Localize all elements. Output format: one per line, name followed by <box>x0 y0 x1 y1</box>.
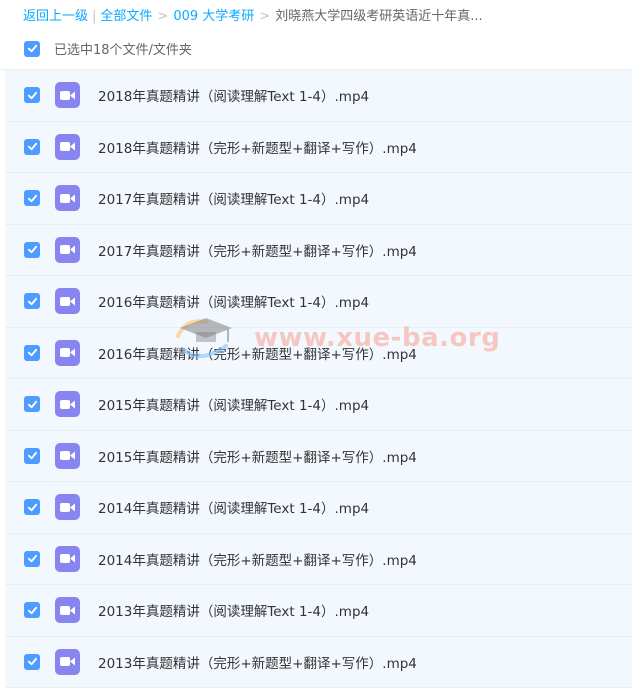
file-row[interactable]: 2017年真题精讲（阅读理解Text 1-4）.mp4 <box>5 173 632 225</box>
file-list: 2018年真题精讲（阅读理解Text 1-4）.mp4 2018年真题精讲（完形+… <box>5 70 632 688</box>
video-file-icon <box>55 597 80 623</box>
file-checkbox[interactable] <box>24 551 40 567</box>
file-row[interactable]: 2013年真题精讲（完形+新题型+翻译+写作）.mp4 <box>5 637 632 688</box>
all-files-link[interactable]: 全部文件 <box>100 9 152 24</box>
video-file-icon <box>55 185 80 211</box>
file-row[interactable]: 2018年真题精讲（阅读理解Text 1-4）.mp4 <box>5 70 632 122</box>
check-icon <box>27 605 38 616</box>
file-name[interactable]: 2017年真题精讲（完形+新题型+翻译+写作）.mp4 <box>98 240 417 260</box>
chevron-right-icon: > <box>259 9 270 24</box>
file-checkbox[interactable] <box>24 139 40 155</box>
check-icon <box>27 43 38 54</box>
file-name[interactable]: 2018年真题精讲（完形+新题型+翻译+写作）.mp4 <box>98 137 417 157</box>
breadcrumb: 返回上一级 | 全部文件 >009 大学考研 > 刘晓燕大学四级考研英语近十年真... <box>0 0 632 28</box>
selection-count-label: 已选中18个文件/文件夹 <box>54 39 192 58</box>
video-file-icon <box>55 82 80 108</box>
video-file-icon <box>55 134 80 160</box>
divider: | <box>92 9 96 24</box>
file-checkbox[interactable] <box>24 499 40 515</box>
file-checkbox[interactable] <box>24 396 40 412</box>
current-folder: 刘晓燕大学四级考研英语近十年真... <box>275 9 482 24</box>
video-file-icon <box>55 494 80 520</box>
file-checkbox[interactable] <box>24 448 40 464</box>
file-checkbox[interactable] <box>24 242 40 258</box>
file-checkbox[interactable] <box>24 654 40 670</box>
file-name[interactable]: 2014年真题精讲（阅读理解Text 1-4）.mp4 <box>98 497 369 517</box>
file-name[interactable]: 2015年真题精讲（完形+新题型+翻译+写作）.mp4 <box>98 446 417 466</box>
check-icon <box>27 656 38 667</box>
check-icon <box>27 141 38 152</box>
check-icon <box>27 347 38 358</box>
video-file-icon <box>55 649 80 675</box>
file-row[interactable]: 2014年真题精讲（阅读理解Text 1-4）.mp4 <box>5 482 632 534</box>
selection-bar: 已选中18个文件/文件夹 <box>0 28 632 70</box>
file-checkbox[interactable] <box>24 293 40 309</box>
file-name[interactable]: 2014年真题精讲（完形+新题型+翻译+写作）.mp4 <box>98 549 417 569</box>
chevron-right-icon: > <box>157 9 168 24</box>
video-file-icon <box>55 443 80 469</box>
video-file-icon <box>55 391 80 417</box>
file-row[interactable]: 2018年真题精讲（完形+新题型+翻译+写作）.mp4 <box>5 122 632 174</box>
folder-link[interactable]: 009 大学考研 <box>173 9 254 24</box>
check-icon <box>27 296 38 307</box>
check-icon <box>27 553 38 564</box>
file-row[interactable]: 2014年真题精讲（完形+新题型+翻译+写作）.mp4 <box>5 534 632 586</box>
video-file-icon <box>55 288 80 314</box>
file-checkbox[interactable] <box>24 602 40 618</box>
check-icon <box>27 244 38 255</box>
file-name[interactable]: 2017年真题精讲（阅读理解Text 1-4）.mp4 <box>98 188 369 208</box>
file-row[interactable]: 2016年真题精讲（完形+新题型+翻译+写作）.mp4 <box>5 328 632 380</box>
file-row[interactable]: 2015年真题精讲（完形+新题型+翻译+写作）.mp4 <box>5 431 632 483</box>
back-link[interactable]: 返回上一级 <box>23 9 88 24</box>
file-row[interactable]: 2013年真题精讲（阅读理解Text 1-4）.mp4 <box>5 585 632 637</box>
file-name[interactable]: 2013年真题精讲（完形+新题型+翻译+写作）.mp4 <box>98 652 417 672</box>
video-file-icon <box>55 340 80 366</box>
file-row[interactable]: 2015年真题精讲（阅读理解Text 1-4）.mp4 <box>5 379 632 431</box>
file-name[interactable]: 2013年真题精讲（阅读理解Text 1-4）.mp4 <box>98 600 369 620</box>
file-row[interactable]: 2016年真题精讲（阅读理解Text 1-4）.mp4 <box>5 276 632 328</box>
file-name[interactable]: 2018年真题精讲（阅读理解Text 1-4）.mp4 <box>98 85 369 105</box>
file-name[interactable]: 2016年真题精讲（完形+新题型+翻译+写作）.mp4 <box>98 343 417 363</box>
file-row[interactable]: 2017年真题精讲（完形+新题型+翻译+写作）.mp4 <box>5 225 632 277</box>
select-all-checkbox[interactable] <box>24 41 40 57</box>
file-checkbox[interactable] <box>24 190 40 206</box>
file-name[interactable]: 2016年真题精讲（阅读理解Text 1-4）.mp4 <box>98 291 369 311</box>
check-icon <box>27 399 38 410</box>
check-icon <box>27 502 38 513</box>
file-checkbox[interactable] <box>24 345 40 361</box>
check-icon <box>27 90 38 101</box>
video-file-icon <box>55 546 80 572</box>
check-icon <box>27 193 38 204</box>
check-icon <box>27 450 38 461</box>
file-name[interactable]: 2015年真题精讲（阅读理解Text 1-4）.mp4 <box>98 394 369 414</box>
video-file-icon <box>55 237 80 263</box>
file-checkbox[interactable] <box>24 87 40 103</box>
